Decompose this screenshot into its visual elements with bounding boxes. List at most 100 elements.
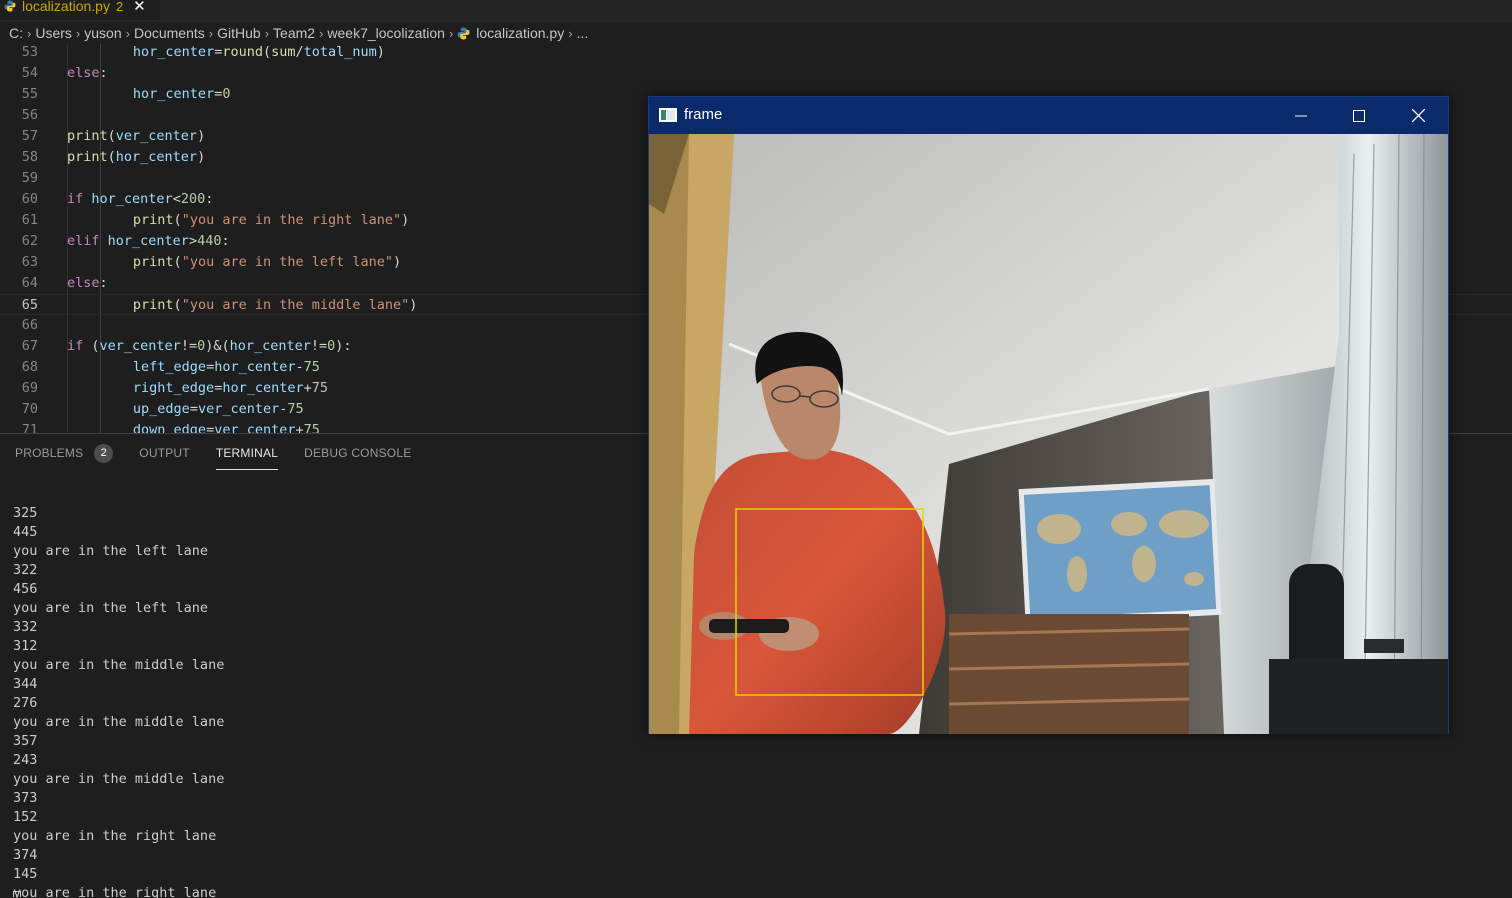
code-line[interactable]: 53 hor_center=round(sum/total_num) <box>0 44 1512 63</box>
code-text: elif hor_center>440: <box>67 233 230 249</box>
line-number: 64 <box>21 275 38 291</box>
tab-problem-count: 2 <box>115 0 124 14</box>
line-number: 68 <box>21 359 38 375</box>
terminal-output[interactable]: 325 445 you are in the left lane 322 456 you … <box>13 466 224 898</box>
code-text: right_edge=hor_center+75 <box>132 380 329 396</box>
terminal-line: you are in the right lane <box>13 828 217 844</box>
tab-debug-console-label: DEBUG CONSOLE <box>304 446 412 460</box>
code-text: up_edge=ver_center-75 <box>132 401 304 417</box>
window-app-icon <box>659 108 677 122</box>
tab-problems-label: PROBLEMS <box>15 446 84 460</box>
line-number: 70 <box>21 401 38 417</box>
terminal-line: 357 <box>13 733 38 749</box>
tab-filename: localization.py <box>22 0 110 14</box>
line-number: 60 <box>21 191 38 207</box>
breadcrumb-drive[interactable]: C: <box>9 25 23 41</box>
code-text: print(ver_center) <box>67 128 206 144</box>
tab-terminal-label: TERMINAL <box>215 446 279 460</box>
code-text: print("you are in the middle lane") <box>132 297 418 313</box>
breadcrumb-users[interactable]: Users <box>35 25 72 41</box>
terminal-line: 145 <box>13 866 38 882</box>
terminal-line: 325 <box>13 505 38 521</box>
code-line[interactable]: 54 else: <box>0 63 1512 84</box>
chevron-right-icon: › <box>568 25 573 41</box>
tab-localization-py[interactable]: localization.py 2 ✕ <box>0 0 160 20</box>
breadcrumb-file[interactable]: localization.py <box>476 25 564 41</box>
chevron-right-icon: › <box>448 25 454 41</box>
line-number: 69 <box>21 380 38 396</box>
frame-window[interactable]: frame <box>648 96 1449 734</box>
line-number: 55 <box>21 86 38 102</box>
line-number: 65 <box>21 297 38 313</box>
close-icon <box>1411 109 1425 122</box>
line-number: 62 <box>21 233 38 249</box>
maximize-icon <box>1353 109 1365 122</box>
chevron-right-icon: › <box>125 25 130 41</box>
chevron-right-icon: › <box>208 25 214 41</box>
minimize-icon <box>1295 115 1307 116</box>
terminal-line: 344 <box>13 676 38 692</box>
frame-titlebar[interactable]: frame <box>649 97 1448 134</box>
line-number: 57 <box>21 128 38 144</box>
close-button[interactable] <box>1389 97 1447 134</box>
terminal-line: 373 <box>13 790 38 806</box>
line-number: 61 <box>21 212 38 228</box>
breadcrumb-documents[interactable]: Documents <box>134 25 205 41</box>
code-text: hor_center=round(sum/total_num) <box>132 44 385 60</box>
tab-output-label: OUTPUT <box>139 446 190 460</box>
breadcrumb-symbol[interactable]: ... <box>577 25 589 41</box>
line-number: 53 <box>21 44 38 60</box>
terminal-line: you are in the right lane <box>13 885 217 898</box>
chevron-right-icon: › <box>319 25 324 41</box>
code-text: else: <box>67 65 108 81</box>
line-number: 63 <box>21 254 38 270</box>
breadcrumb-week7[interactable]: week7_locolization <box>327 25 445 41</box>
code-text: print(hor_center) <box>67 149 206 165</box>
terminal-line: 312 <box>13 638 38 654</box>
code-text: if (ver_center!=0)&(hor_center!=0): <box>67 338 352 354</box>
terminal-line: 152 <box>13 809 38 825</box>
terminal-line: 445 <box>13 524 38 540</box>
python-icon <box>4 0 16 12</box>
chevron-right-icon: › <box>75 25 81 41</box>
maximize-button[interactable] <box>1330 97 1388 134</box>
terminal-line: you are in the left lane <box>13 543 209 559</box>
code-text: down_edge=ver_center+75 <box>132 422 320 433</box>
terminal-line: you are in the left lane <box>13 600 209 616</box>
breadcrumb-yuson[interactable]: yuson <box>84 25 121 41</box>
terminal-line: 276 <box>13 695 38 711</box>
breadcrumb-github[interactable]: GitHub <box>217 25 261 41</box>
line-number: 71 <box>21 422 38 433</box>
line-number: 58 <box>21 149 38 165</box>
code-text: else: <box>67 275 108 291</box>
terminal-line: 374 <box>13 847 38 863</box>
line-number: 54 <box>21 65 38 81</box>
line-number: 66 <box>21 317 38 333</box>
python-icon <box>457 27 470 39</box>
frame-title: frame <box>684 106 723 123</box>
tab-terminal[interactable]: TERMINAL <box>215 434 279 472</box>
line-number: 59 <box>21 170 38 186</box>
breadcrumb-team2[interactable]: Team2 <box>273 25 315 41</box>
problems-count-badge: 2 <box>94 443 114 463</box>
minimize-button[interactable] <box>1272 97 1330 134</box>
close-icon[interactable]: ✕ <box>133 0 146 15</box>
tab-debug-console[interactable]: DEBUG CONSOLE <box>304 434 411 472</box>
line-number: 67 <box>21 338 38 354</box>
terminal-cursor <box>13 891 21 897</box>
terminal-line: 456 <box>13 581 38 597</box>
terminal-line: 332 <box>13 619 38 635</box>
breadcrumb: C: › Users › yuson › Documents › GitHub › Tea… <box>0 22 1512 44</box>
code-text: print("you are in the left lane") <box>132 254 402 270</box>
webcam-scene <box>649 134 1448 734</box>
terminal-line: 243 <box>13 752 38 768</box>
terminal-line: you are in the middle lane <box>13 714 225 730</box>
code-text: left_edge=hor_center-75 <box>132 359 320 375</box>
line-number: 56 <box>21 107 38 123</box>
terminal-line: you are in the middle lane <box>13 771 225 787</box>
terminal-line: 322 <box>13 562 38 578</box>
terminal-line: you are in the middle lane <box>13 657 225 673</box>
webcam-feed <box>649 134 1448 734</box>
chevron-right-icon: › <box>264 25 270 41</box>
